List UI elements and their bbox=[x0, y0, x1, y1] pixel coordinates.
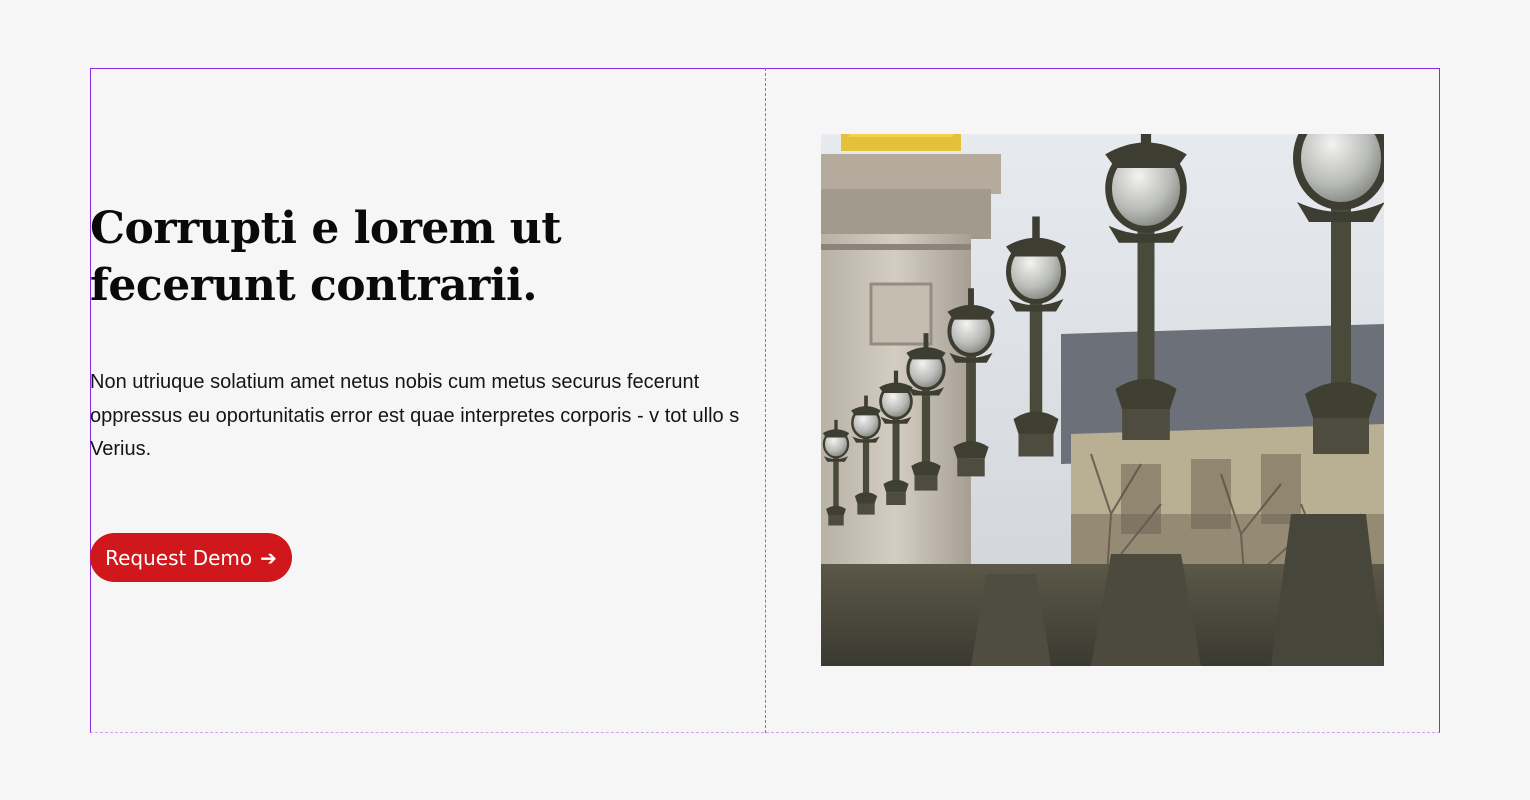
hero-body-text: Non utriuque solatium amet netus nobis c… bbox=[90, 371, 740, 460]
request-demo-button[interactable]: Request Demo ➔ bbox=[90, 533, 292, 582]
hero-headline: Corrupti e lorem ut fecerunt contrarii. bbox=[90, 203, 562, 311]
column-guide-divider bbox=[765, 68, 766, 733]
arrow-right-icon: ➔ bbox=[260, 545, 277, 570]
lamp-posts-photo bbox=[821, 134, 1384, 666]
request-demo-label: Request Demo bbox=[105, 545, 253, 570]
